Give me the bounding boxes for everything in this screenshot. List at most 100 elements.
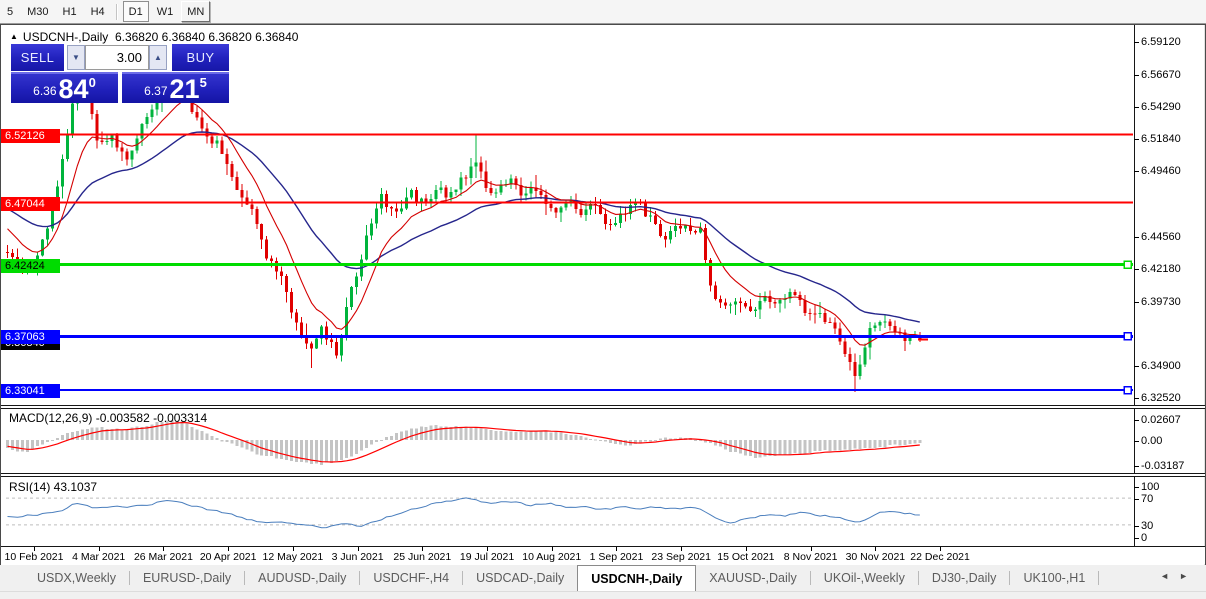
buy-price-small: 6.37 [144,84,168,98]
sell-price-big: 84 [58,74,89,104]
price-tick-label: 6.44560 [1141,230,1181,243]
rsi-tick-label-tick [1134,487,1139,488]
tab-usdcnh-daily[interactable]: USDCNH-,Daily [577,565,697,591]
tab-scroll-right-icon[interactable]: ► [1179,571,1198,581]
date-label: 1 Sep 2021 [589,551,644,563]
chart-window: ▲ USDCNH-,Daily 6.36820 6.36840 6.36820 6… [0,24,1206,566]
tab-separator [1098,571,1100,585]
date-axis[interactable]: 10 Feb 2021 4 Mar 2021 26 Mar 2021 20 Apr 2… [1,546,1205,564]
volume-increase-button[interactable]: ▲ [149,45,167,70]
sell-price-small: 6.36 [33,84,57,98]
price-tick-label: 6.39730 [1141,295,1181,308]
timeframe-button-5[interactable]: 5 [1,1,19,22]
rsi-tick-label: 0 [1141,532,1148,544]
trading-app-window: 5 M30 H1 H4 D1 W1 MN ▲ USDCNH-,Daily 6.36820 6.… [0,0,1206,599]
price-tick-label-tick [1134,171,1139,173]
date-label: 23 Sep 2021 [651,551,711,563]
macd-tick-label-tick [1134,441,1139,442]
tab-scroll-arrows: ◄► [1160,571,1198,581]
timeframe-button-d1[interactable]: D1 [122,1,149,22]
macd-tick-label: 0.02607 [1141,414,1181,427]
sell-button[interactable]: SELL [11,44,64,71]
date-label: 19 Jul 2021 [459,551,515,563]
chart-title: USDCNH-,Daily [22,30,109,44]
date-label: 30 Nov 2021 [845,551,906,563]
rsi-tick-label: 70 [1141,493,1154,506]
price-axis-divider [1134,25,1135,546]
sell-price-display[interactable]: 6.36 84 0 [11,72,118,103]
price-tick-label-tick [1134,398,1139,400]
collapse-arrow-icon[interactable]: ▲ [10,32,18,41]
date-label: 25 Jun 2021 [393,551,452,563]
price-tick-label-tick [1134,268,1139,270]
macd-rsi-divider[interactable] [1,473,1205,477]
tab-ukoil-weekly[interactable]: UKOil-,Weekly [811,565,918,591]
macd-tick-label-tick [1134,420,1139,422]
date-label: 10 Feb 2021 [4,551,64,563]
macd-tick-label-tick [1134,466,1139,468]
buy-price-display[interactable]: 6.37 21 5 [122,72,229,103]
price-tick-label: 6.32520 [1141,392,1181,405]
tab-dj30-daily[interactable]: DJ30-,Daily [919,565,1010,591]
date-label: 3 Jun 2021 [331,551,384,563]
timeframe-button-h1[interactable]: H1 [57,1,83,22]
price-tick-label-tick [1134,139,1139,141]
price-tick-label: 6.54290 [1141,100,1181,113]
timeframe-toolbar: 5 M30 H1 H4 D1 W1 MN [0,0,1206,24]
buy-button[interactable]: BUY [172,44,229,71]
price-tick-label-tick [1134,42,1139,43]
date-label: 20 Apr 2021 [199,551,257,563]
price-macd-divider[interactable] [1,405,1205,409]
tab-xauusd-daily[interactable]: XAUUSD-,Daily [696,565,810,591]
macd-indicator-label: MACD(12,26,9) -0.003582 -0.003314 [9,411,208,425]
trade-panel-top-row: SELL ▼ ▲ BUY [11,44,229,71]
timeframe-button-w1[interactable]: W1 [151,1,180,22]
hline-label-6-42424: 6.42424 [1,258,60,273]
price-tick-label: 6.51840 [1141,133,1181,146]
tab-scroll-left-icon[interactable]: ◄ [1160,571,1179,581]
rsi-tick-label-tick [1134,538,1139,539]
date-label: 4 Mar 2021 [72,551,126,563]
date-label: 15 Oct 2021 [717,551,775,563]
timeframe-button-mn[interactable]: MN [181,1,211,22]
macd-tick-label: 0.00 [1141,435,1163,447]
sell-price-sup: 0 [88,75,96,90]
hline-label-6-47044: 6.47044 [1,196,60,211]
price-tick-label-tick [1134,366,1139,368]
buy-price-big: 21 [169,74,200,104]
price-tick-label-tick [1134,236,1139,238]
tab-audusd-daily[interactable]: AUDUSD-,Daily [245,565,359,591]
buy-price-sup: 5 [199,75,207,90]
tab-usdcad-daily[interactable]: USDCAD-,Daily [463,565,577,591]
date-label: 8 Nov 2021 [783,551,838,563]
date-label: 26 Mar 2021 [133,551,193,563]
price-tick-label-tick [1134,106,1139,108]
tab-usdchf-h4[interactable]: USDCHF-,H4 [360,565,462,591]
hline-label-6-37063: 6.37063 [1,330,60,345]
volume-input[interactable] [85,45,149,70]
tab-usdx-weekly[interactable]: USDX,Weekly [24,565,129,591]
toolbar-separator [115,3,118,20]
tab-lead-space [0,565,24,591]
price-tick-label: 6.59120 [1141,36,1181,48]
date-label: 22 Dec 2021 [910,551,970,563]
timeframe-button-h4[interactable]: H4 [85,1,111,22]
price-tick-label: 6.34900 [1141,360,1181,373]
rsi-tick-label: 100 [1141,481,1160,493]
volume-decrease-button[interactable]: ▼ [67,45,85,70]
hline-label-6-52126: 6.52126 [1,128,60,143]
price-tick-label: 6.49460 [1141,165,1181,178]
tab-uk100-h1[interactable]: UK100-,H1 [1010,565,1098,591]
date-label: 10 Aug 2021 [522,551,582,563]
rsi-tick-label-tick [1134,525,1139,527]
tab-eurusd-daily[interactable]: EURUSD-,Daily [130,565,244,591]
timeframe-button-m30[interactable]: M30 [21,1,54,22]
macd-tick-label: -0.03187 [1141,460,1185,473]
price-tick-label-tick [1134,301,1139,303]
chart-ohlc-values: 6.36820 6.36840 6.36820 6.36840 [114,30,299,44]
rsi-tick-label-tick [1134,499,1139,501]
chart-title-row: ▲ USDCNH-,Daily 6.36820 6.36840 6.36820 6… [10,30,298,44]
date-label: 12 May 2021 [262,551,324,563]
hline-label-6-33041: 6.33041 [1,384,60,399]
one-click-trade-panel: SELL ▼ ▲ BUY 6.36 84 0 6.37 21 5 [11,44,229,103]
